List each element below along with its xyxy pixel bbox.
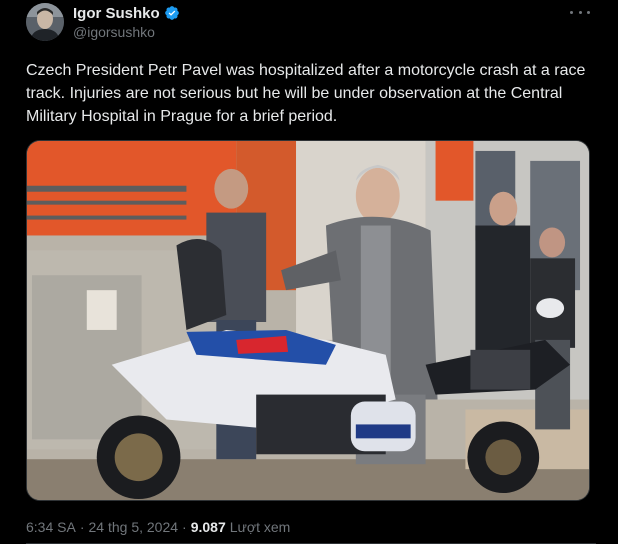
avatar[interactable] xyxy=(26,3,64,41)
more-dot xyxy=(578,10,582,14)
views-count[interactable]: 9.087 xyxy=(191,519,226,535)
tweet-meta: 6:34 SA · 24 thg 5, 2024 · 9.087 Lượt xe… xyxy=(26,519,290,535)
more-icon[interactable] xyxy=(570,4,590,20)
tweet: Igor Sushko @igorsushko Czech President … xyxy=(0,0,618,544)
avatar-photo-icon xyxy=(26,3,64,41)
meta-separator: · xyxy=(182,519,187,535)
meta-separator: · xyxy=(79,519,85,535)
display-name[interactable]: Igor Sushko xyxy=(73,5,160,22)
tweet-date[interactable]: 24 thg 5, 2024 xyxy=(89,519,179,535)
tweet-photo[interactable] xyxy=(26,140,590,501)
author-handle[interactable]: @igorsushko xyxy=(73,24,155,40)
author-name-row: Igor Sushko xyxy=(73,3,180,23)
more-dot xyxy=(570,10,573,14)
photo-image xyxy=(27,141,589,500)
more-dot xyxy=(587,10,590,14)
views-label[interactable]: Lượt xem xyxy=(230,519,291,535)
verified-badge-icon[interactable] xyxy=(164,5,180,21)
tweet-text: Czech President Petr Pavel was hospitali… xyxy=(26,62,586,125)
tweet-time[interactable]: 6:34 SA xyxy=(26,519,76,535)
